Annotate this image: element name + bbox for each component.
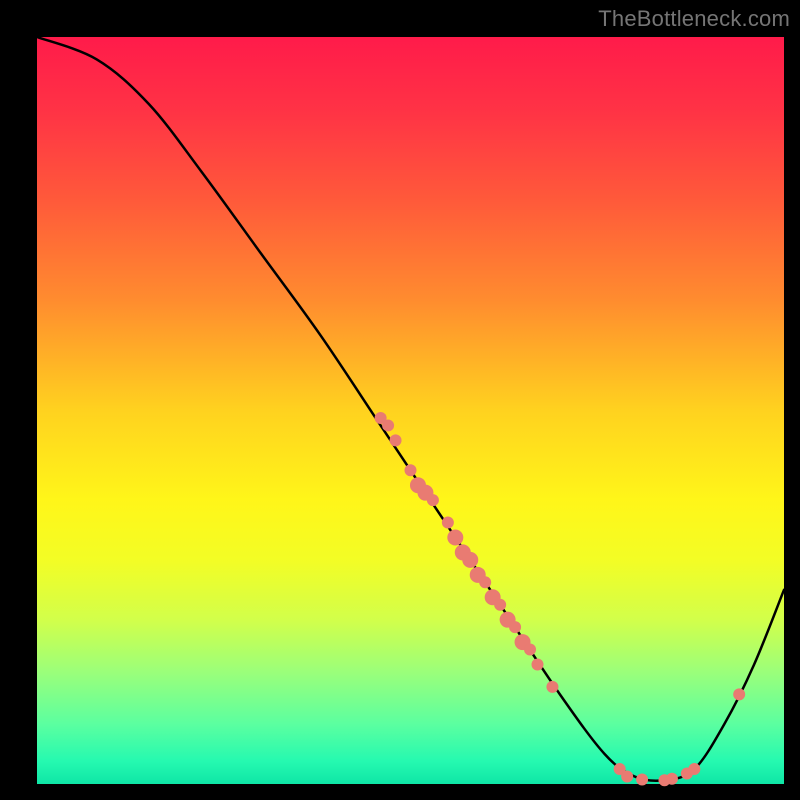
- data-marker: [546, 681, 558, 693]
- data-marker: [509, 621, 521, 633]
- data-marker: [442, 517, 454, 529]
- data-marker: [531, 658, 543, 670]
- data-marker: [666, 773, 678, 785]
- data-marker: [524, 644, 536, 656]
- plot-background: [37, 37, 784, 784]
- data-marker: [382, 419, 394, 431]
- watermark-text: TheBottleneck.com: [598, 6, 790, 32]
- data-marker: [636, 774, 648, 786]
- data-marker: [405, 464, 417, 476]
- data-marker: [462, 552, 478, 568]
- data-marker: [688, 763, 700, 775]
- data-marker: [427, 494, 439, 506]
- chart-canvas: TheBottleneck.com: [0, 0, 800, 800]
- data-marker: [733, 688, 745, 700]
- plot-svg: [0, 0, 800, 800]
- data-marker: [621, 771, 633, 783]
- data-marker: [447, 529, 463, 545]
- data-marker: [479, 576, 491, 588]
- data-marker: [390, 434, 402, 446]
- data-marker: [494, 599, 506, 611]
